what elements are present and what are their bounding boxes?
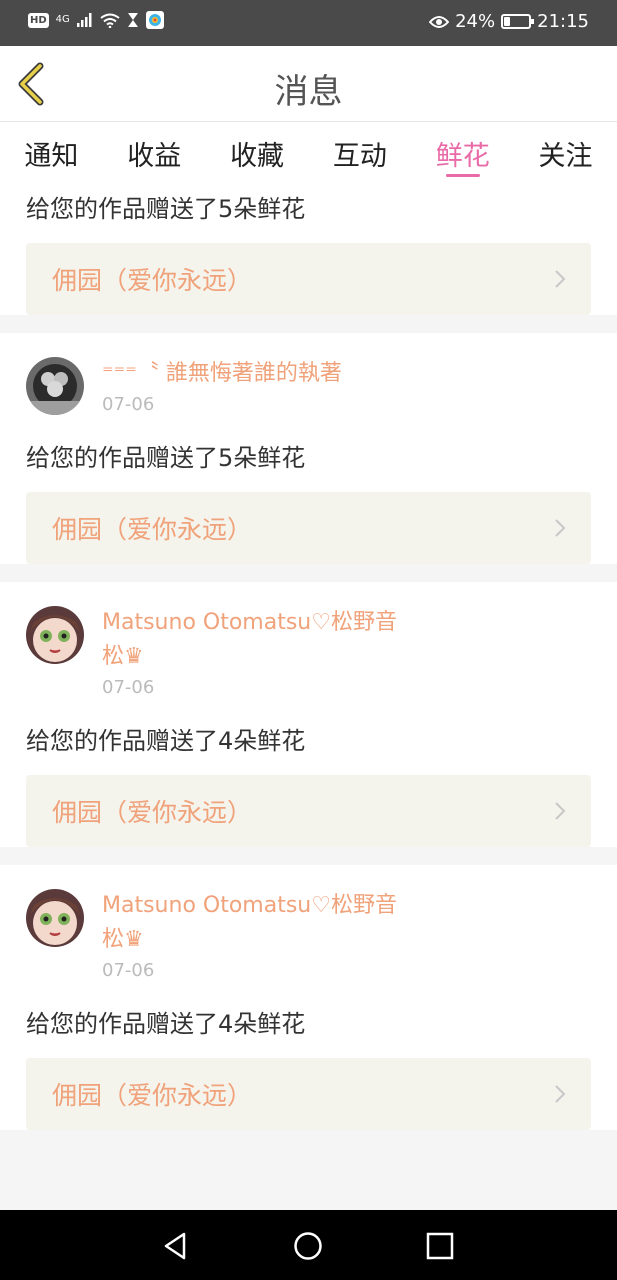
work-link[interactable]: 佣园（爱你永远）: [26, 775, 591, 847]
work-title: 佣园（爱你永远）: [52, 798, 253, 827]
app-notification-icon: [145, 11, 164, 29]
notification-card: Matsuno Otomatsu♡松野音松♛ 07-06 给您的作品赠送了4朵鲜…: [0, 582, 617, 847]
status-right: 24% 21:15: [429, 11, 589, 32]
tab-favorites[interactable]: 收藏: [206, 122, 309, 184]
hd-icon: HD: [28, 12, 49, 28]
notification-list[interactable]: 给您的作品赠送了5朵鲜花 佣园（爱你永远） ⁼⁼⁼〝 誰無悔著誰的執著 07-0…: [0, 184, 617, 1210]
clock: 21:15: [537, 11, 589, 32]
notification-date: 07-06: [102, 960, 155, 981]
sender-name[interactable]: Matsuno Otomatsu♡松野音松♛: [102, 606, 402, 674]
home-circle-icon[interactable]: [292, 1230, 324, 1262]
sender-name[interactable]: Matsuno Otomatsu♡松野音松♛: [102, 889, 402, 957]
sender-info: ⁼⁼⁼〝 誰無悔著誰的執著 07-06: [102, 357, 402, 419]
back-triangle-icon[interactable]: [160, 1230, 192, 1262]
tab-bar: 通知 收益 收藏 互动 鲜花 关注: [0, 122, 617, 184]
eye-icon: [429, 15, 450, 28]
tab-flowers[interactable]: 鲜花: [411, 122, 514, 184]
notification-message: 给您的作品赠送了5朵鲜花: [26, 444, 306, 472]
work-title: 佣园（爱你永远）: [52, 1081, 253, 1110]
notification-card: ⁼⁼⁼〝 誰無悔著誰的執著 07-06 给您的作品赠送了5朵鲜花 佣园（爱你永远…: [0, 333, 617, 564]
notification-message: 给您的作品赠送了5朵鲜花: [26, 195, 306, 223]
work-link[interactable]: 佣园（爱你永远）: [26, 492, 591, 564]
work-link[interactable]: 佣园（爱你永远）: [26, 243, 591, 315]
tab-earnings[interactable]: 收益: [103, 122, 206, 184]
app-header: 消息: [0, 46, 617, 122]
chevron-right-icon: [555, 519, 566, 537]
work-title: 佣园（爱你永远）: [52, 515, 253, 544]
avatar-image: [26, 606, 84, 664]
work-title: 佣园（爱你永远）: [52, 266, 253, 295]
avatar-image: [26, 357, 84, 415]
chevron-right-icon: [555, 270, 566, 288]
sender-row[interactable]: Matsuno Otomatsu♡松野音松♛ 07-06: [26, 582, 591, 702]
avatar[interactable]: [26, 889, 84, 947]
sender-row[interactable]: ⁼⁼⁼〝 誰無悔著誰的執著 07-06: [26, 333, 591, 419]
avatar[interactable]: [26, 606, 84, 664]
wifi-icon: [100, 13, 120, 28]
notification-message: 给您的作品赠送了4朵鲜花: [26, 1010, 306, 1038]
battery-percent: 24%: [455, 11, 496, 32]
tab-following[interactable]: 关注: [514, 122, 617, 184]
notification-date: 07-06: [102, 677, 155, 698]
sender-info: Matsuno Otomatsu♡松野音松♛ 07-06: [102, 889, 402, 985]
network-type: 4G: [55, 14, 70, 25]
notification-card: Matsuno Otomatsu♡松野音松♛ 07-06 给您的作品赠送了4朵鲜…: [0, 865, 617, 1130]
status-left: HD 4G: [28, 11, 164, 29]
chevron-right-icon: [555, 1085, 566, 1103]
sender-info: Matsuno Otomatsu♡松野音松♛ 07-06: [102, 606, 402, 702]
system-nav-bar: [0, 1210, 617, 1280]
chevron-right-icon: [555, 802, 566, 820]
signal-icon: [76, 13, 92, 27]
battery-icon: [501, 14, 535, 29]
avatar[interactable]: [26, 357, 84, 415]
page-title: 消息: [274, 72, 343, 112]
recents-square-icon[interactable]: [424, 1230, 456, 1262]
status-bar: HD 4G 24% 21:15: [0, 0, 617, 46]
notification-date: 07-06: [102, 394, 155, 415]
sender-name[interactable]: ⁼⁼⁼〝 誰無悔著誰的執著: [102, 357, 402, 391]
sender-row[interactable]: Matsuno Otomatsu♡松野音松♛ 07-06: [26, 865, 591, 985]
hourglass-icon: [127, 13, 138, 27]
battery-level: [504, 17, 511, 26]
avatar-image: [26, 889, 84, 947]
tab-notifications[interactable]: 通知: [0, 122, 103, 184]
tab-interactions[interactable]: 互动: [308, 122, 411, 184]
notification-message: 给您的作品赠送了4朵鲜花: [26, 727, 306, 755]
work-link[interactable]: 佣园（爱你永远）: [26, 1058, 591, 1130]
notification-card: 给您的作品赠送了5朵鲜花 佣园（爱你永远）: [0, 184, 617, 315]
